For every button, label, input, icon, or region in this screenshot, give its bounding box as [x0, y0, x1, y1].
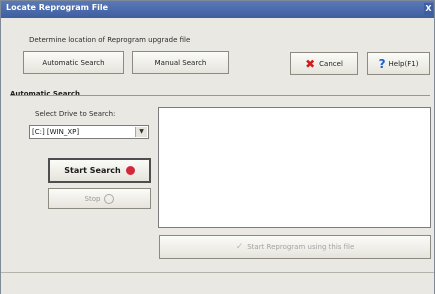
red-dot-icon — [125, 166, 135, 175]
circle-icon — [104, 193, 115, 204]
cancel-label: Cancel — [319, 59, 343, 68]
start-search-button[interactable]: Start Search — [48, 158, 151, 183]
section-divider — [10, 95, 430, 96]
drive-select[interactable]: [C:] [WIN_XP] ▼ — [29, 125, 149, 139]
status-bar — [1, 272, 434, 294]
start-search-label: Start Search — [64, 166, 121, 175]
reprogram-window: Locate Reprogram File X Determine locati… — [0, 0, 435, 294]
stop-label: Stop — [84, 194, 101, 203]
manual-search-label: Manual Search — [154, 58, 207, 67]
automatic-search-section-title: Automatic Search — [10, 90, 81, 98]
close-button[interactable]: X — [424, 3, 433, 15]
search-results-list[interactable] — [158, 107, 431, 228]
instructions-text: Determine location of Reprogram upgrade … — [29, 36, 191, 44]
start-reprogram-button[interactable]: ✓ Start Reprogram using this file — [159, 235, 431, 259]
x-icon: ✖ — [305, 56, 316, 71]
stop-button[interactable]: Stop — [48, 188, 151, 209]
start-reprogram-label: Start Reprogram using this file — [247, 243, 355, 251]
drive-select-label: Select Drive to Search: — [35, 110, 116, 118]
manual-search-button[interactable]: Manual Search — [132, 51, 229, 74]
help-label: Help(F1) — [388, 59, 419, 68]
drive-select-value: [C:] [WIN_XP] — [32, 128, 80, 136]
window-title: Locate Reprogram File — [6, 3, 109, 12]
automatic-search-button[interactable]: Automatic Search — [23, 51, 124, 74]
question-icon: ? — [378, 56, 386, 71]
title-bar: Locate Reprogram File X — [1, 1, 434, 18]
chevron-down-icon[interactable]: ▼ — [135, 127, 147, 137]
help-button[interactable]: ? Help(F1) — [367, 52, 430, 75]
cancel-button[interactable]: ✖ Cancel — [290, 52, 358, 75]
automatic-search-label: Automatic Search — [42, 58, 105, 67]
check-icon: ✓ — [235, 242, 244, 252]
